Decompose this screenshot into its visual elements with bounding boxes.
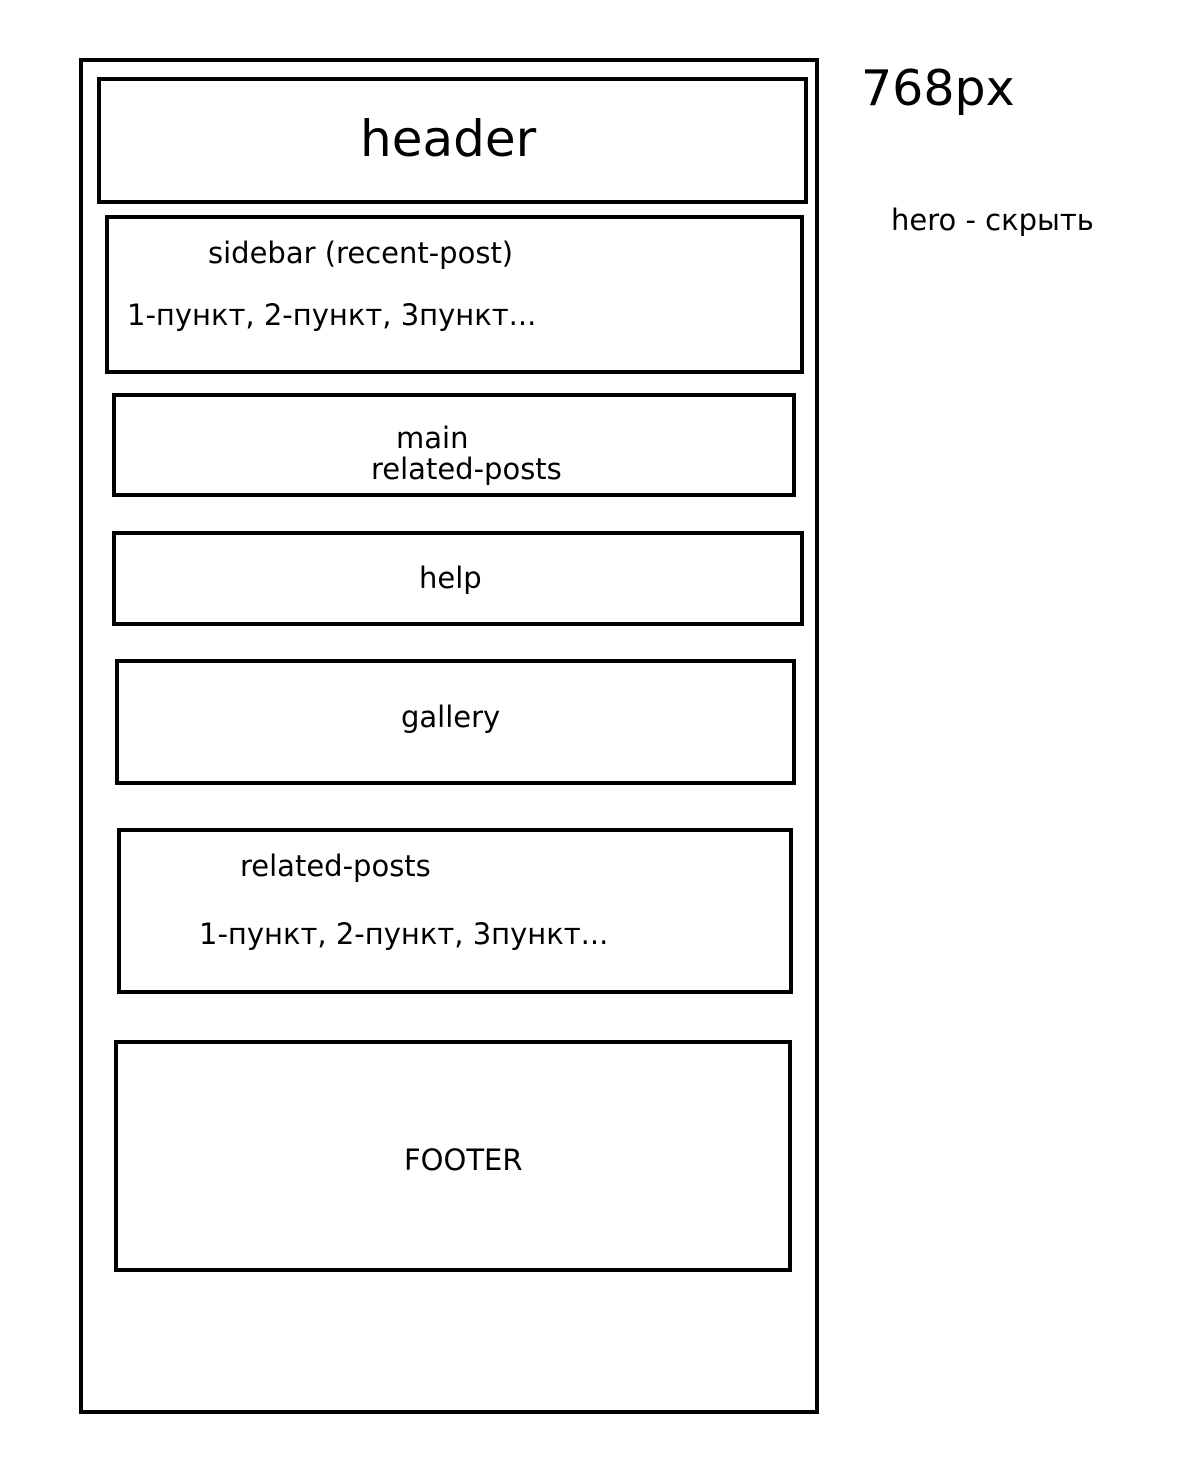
related-posts-items: 1-пункт, 2-пункт, 3пункт... [199, 917, 609, 951]
header-label: header [360, 110, 537, 168]
related-posts-section [117, 828, 793, 994]
help-label: help [419, 561, 482, 595]
related-posts-title: related-posts [240, 849, 431, 883]
sidebar-items: 1-пункт, 2-пункт, 3пункт... [127, 298, 537, 332]
main-label: main [396, 421, 469, 455]
sidebar-title: sidebar (recent-post) [208, 236, 514, 270]
main-sublabel: related-posts [371, 452, 562, 486]
gallery-label: gallery [401, 700, 501, 734]
hero-note: hero - скрыть [891, 203, 1094, 237]
viewport-width-label: 768px [861, 60, 1015, 117]
footer-label: FOOTER [404, 1143, 523, 1177]
